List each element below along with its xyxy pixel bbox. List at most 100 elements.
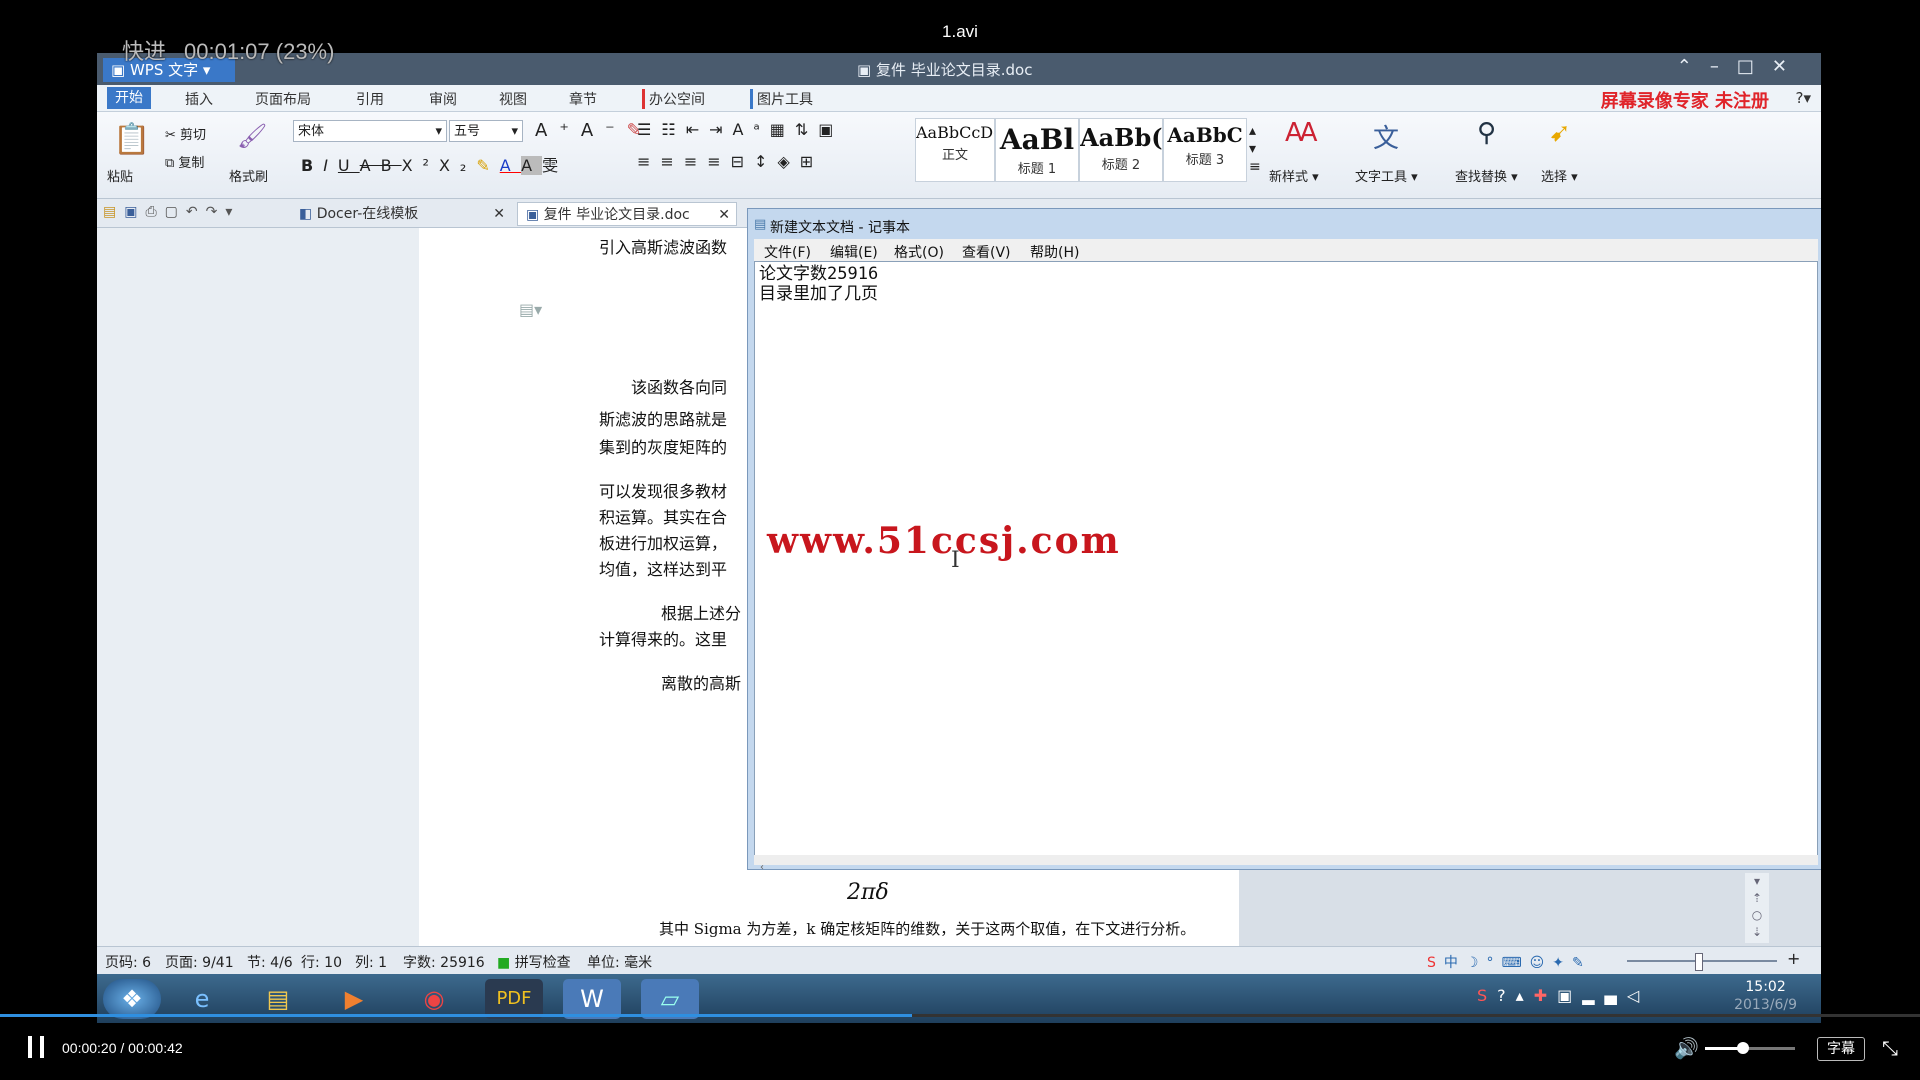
tab-review[interactable]: 审阅 <box>429 89 457 109</box>
subtitle-button[interactable]: 字幕 <box>1817 1037 1865 1061</box>
security-tray-icon[interactable]: ✚ <box>1534 986 1557 1005</box>
tab-chapter[interactable]: 章节 <box>569 89 597 109</box>
bold-icon[interactable]: B <box>301 156 323 175</box>
menu-view[interactable]: 查看(V) <box>962 242 1011 262</box>
pdf-reader-icon[interactable]: PDF <box>485 979 543 1019</box>
speaker-icon[interactable]: ◁ <box>1627 986 1649 1005</box>
sogou-tray-icon[interactable]: S <box>1477 986 1497 1005</box>
tab-home[interactable]: 开始 <box>107 87 151 109</box>
copy-button[interactable]: ⧉ 复制 <box>165 152 204 171</box>
format-painter-button[interactable]: 格式刷 <box>229 166 268 185</box>
redo-icon[interactable]: ↷ <box>206 204 226 220</box>
zoom-slider-knob[interactable] <box>1695 953 1703 971</box>
tab-insert[interactable]: 插入 <box>185 89 213 109</box>
italic-icon[interactable]: I <box>323 156 338 175</box>
text-direction-icon[interactable]: Aᵃ <box>733 120 770 139</box>
tab-page-layout[interactable]: 页面布局 <box>255 89 311 109</box>
wps-writer-taskbar-icon[interactable]: W <box>563 979 621 1019</box>
show-marks-icon[interactable]: ▣ <box>818 120 843 139</box>
maximize-icon[interactable]: □ <box>1737 56 1772 77</box>
select-button[interactable]: 选择 ▾ <box>1541 166 1578 185</box>
shading-icon[interactable]: ◈ <box>777 152 799 171</box>
align-right-icon[interactable]: ≡ <box>684 152 707 171</box>
notepad-horizontal-scrollbar[interactable]: ‹ <box>754 855 1818 873</box>
strikethrough-icon[interactable]: AB <box>360 156 402 175</box>
media-player-icon[interactable]: ▶ <box>325 979 383 1019</box>
menu-file[interactable]: 文件(F) <box>764 242 811 262</box>
chrome-icon[interactable]: ◉ <box>405 979 463 1019</box>
font-name-select[interactable]: 宋体 ▾ <box>293 120 447 142</box>
grow-font-icon[interactable]: A⁺ <box>535 120 581 141</box>
new-style-button[interactable]: 新样式 ▾ <box>1269 166 1319 185</box>
justify-icon[interactable]: ≡ <box>707 152 730 171</box>
close-icon[interactable]: ✕ <box>1772 56 1805 77</box>
close-tab-icon[interactable]: ✕ <box>718 203 730 227</box>
file-explorer-icon[interactable]: ▤ <box>249 979 307 1019</box>
preview-icon[interactable]: ▢ <box>165 204 186 220</box>
find-replace-button[interactable]: 查找替换 ▾ <box>1455 166 1518 185</box>
status-words[interactable]: 字数: 25916 <box>403 952 485 972</box>
font-color-icon[interactable]: A <box>500 156 521 175</box>
taskbar-clock[interactable]: 15:02 2013/6/9 <box>1734 978 1797 1014</box>
save-icon[interactable]: ▣ <box>124 204 145 220</box>
help-icon[interactable]: ?▾ <box>1796 89 1812 107</box>
notepad-taskbar-icon[interactable]: ▱ <box>641 979 699 1019</box>
table-icon[interactable]: ▦ <box>770 120 795 139</box>
increase-indent-icon[interactable]: ⇥ <box>709 120 732 139</box>
style-heading-1[interactable]: AaBl 标题 1 <box>995 118 1079 182</box>
exit-fullscreen-icon[interactable]: ⤡ <box>1882 1036 1898 1060</box>
phonetic-icon[interactable]: 雯 <box>542 156 568 175</box>
align-left-icon[interactable]: ≡ <box>637 152 660 171</box>
distribute-icon[interactable]: ⊟ <box>731 152 754 171</box>
subscript-icon[interactable]: X₂ <box>439 156 476 175</box>
style-heading-3[interactable]: AaBbC 标题 3 <box>1163 118 1247 182</box>
tray-expand-icon[interactable]: ▴ <box>1516 986 1534 1005</box>
scroll-left-icon[interactable]: ‹ <box>754 862 764 873</box>
sort-icon[interactable]: ⇅ <box>795 120 818 139</box>
style-gallery-scroll[interactable]: ▴ ▾ ≡ <box>1249 122 1261 176</box>
network-icon[interactable]: ▂▄ <box>1582 986 1627 1005</box>
numbered-list-icon[interactable]: ☷ <box>661 120 685 139</box>
superscript-icon[interactable]: X² <box>402 156 439 175</box>
ime-toolbar[interactable]: S中☽°⌨☺✦✎ <box>1427 952 1592 972</box>
align-center-icon[interactable]: ≡ <box>660 152 683 171</box>
collapse-ribbon-icon[interactable]: ⌃ <box>1677 56 1710 77</box>
open-icon[interactable]: ▤ <box>103 204 124 220</box>
device-tray-icon[interactable]: ▣ <box>1557 986 1582 1005</box>
style-heading-2[interactable]: AaBb(标题 2 <box>1079 118 1163 182</box>
menu-edit[interactable]: 编辑(E) <box>830 242 878 262</box>
print-icon[interactable]: ⎙ <box>145 204 164 220</box>
menu-help[interactable]: 帮助(H) <box>1030 242 1079 262</box>
menu-format[interactable]: 格式(O) <box>894 242 944 262</box>
notepad-text-area[interactable]: 论文字数25916 目录里加了几页 www.51ccsj.com I <box>754 261 1818 857</box>
bullet-list-icon[interactable]: ☰ <box>637 120 661 139</box>
pause-icon[interactable] <box>28 1036 46 1058</box>
cut-button[interactable]: ✂ 剪切 <box>165 124 206 143</box>
char-shading-icon[interactable]: A <box>521 156 543 175</box>
highlight-icon[interactable]: ✎ <box>476 156 499 175</box>
spell-check-toggle[interactable]: ■ 拼写检查 <box>497 952 571 972</box>
border-icon[interactable]: ⊞ <box>800 152 823 171</box>
close-tab-icon[interactable]: ✕ <box>493 202 505 226</box>
line-spacing-icon[interactable]: ↕ <box>754 152 777 171</box>
font-size-select[interactable]: 五号 ▾ <box>449 120 523 142</box>
minimize-icon[interactable]: – <box>1710 56 1737 77</box>
volume-knob[interactable] <box>1736 1042 1749 1054</box>
tab-picture-tools[interactable]: 图片工具 <box>750 89 813 109</box>
tab-office-space[interactable]: 办公空间 <box>642 89 705 109</box>
undo-icon[interactable]: ↶ <box>186 204 206 220</box>
tab-docer[interactable]: ◧ Docer-在线模板 ✕ <box>291 202 511 226</box>
paste-button[interactable]: 粘贴 <box>107 166 133 185</box>
zoom-in-icon[interactable]: + <box>1787 949 1800 968</box>
paste-options-icon[interactable]: ▤▾ <box>519 300 542 319</box>
page-nav-buttons[interactable]: ▾ ⇡ ○ ⇣ <box>1745 873 1769 943</box>
style-normal[interactable]: AaBbCcDd正文 <box>915 118 995 182</box>
qat-dropdown-icon[interactable]: ▾ <box>225 204 240 220</box>
decrease-indent-icon[interactable]: ⇤ <box>686 120 709 139</box>
help-tray-icon[interactable]: ? <box>1497 986 1516 1005</box>
tab-document[interactable]: ▣ 复件 毕业论文目录.doc ✕ <box>517 202 737 226</box>
underline-icon[interactable]: U <box>338 156 360 175</box>
text-tools-button[interactable]: 文字工具 ▾ <box>1355 166 1418 185</box>
volume-icon[interactable]: 🔊 <box>1674 1036 1699 1060</box>
internet-explorer-icon[interactable]: e <box>173 979 231 1019</box>
